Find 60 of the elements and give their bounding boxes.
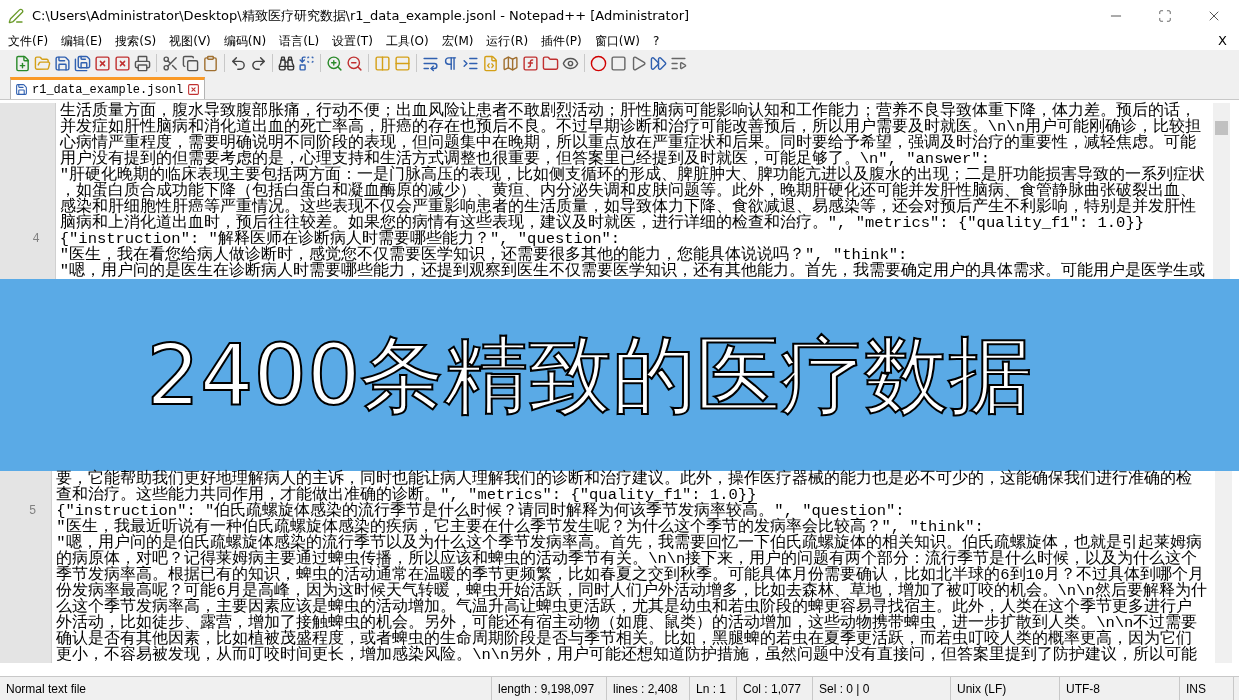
zoom-in-icon[interactable]: [326, 54, 343, 72]
new-file-icon[interactable]: [14, 54, 31, 72]
status-text: Unix (LF): [957, 680, 1007, 698]
undo-icon[interactable]: [230, 54, 247, 72]
code-line: "嗯，用户问的是医生在诊断病人时需要哪些能力，还提到观察到医生不仅需要医学知识，还有其他能力。首先，我需要确定用户的具体需求。可能用户是医学生或: [59, 263, 1206, 279]
function-icon[interactable]: [522, 54, 539, 72]
menu-item[interactable]: 运行(R): [486, 32, 529, 50]
folder-icon[interactable]: [542, 54, 559, 72]
menu-item[interactable]: 文件(F): [8, 32, 49, 50]
replace-icon[interactable]: [298, 54, 315, 72]
line-number: 4: [32, 231, 40, 248]
status-text: Sel : 0 | 0: [819, 680, 870, 698]
line-number: 5: [29, 503, 37, 520]
menu-item[interactable]: 工具(O): [385, 32, 429, 50]
menu-item[interactable]: 搜索(S): [115, 32, 157, 50]
close-file-icon[interactable]: [94, 54, 111, 72]
scrollbar-track[interactable]: [1213, 103, 1231, 279]
code-line: 要，它能帮助我们更好地理解病人的主诉，同时也能让病人理解我们的诊断和治疗建议。此外，操作医疗器械的能力也是必不可少的，这能确保我们进行准确的检: [56, 471, 1193, 487]
scrollbar-thumb[interactable]: [1215, 121, 1229, 135]
map-icon[interactable]: [502, 54, 519, 72]
close-document-button[interactable]: X: [1218, 31, 1227, 51]
scrollbar-track[interactable]: [1214, 471, 1232, 663]
status-text: lines : 2,408: [613, 680, 678, 698]
menu-item[interactable]: 语言(L): [279, 32, 320, 50]
window-title: C:\Users\Administrator\Desktop\精致医疗研究数据\r1_data_example.jsonl - Notepad++ [Administrator]: [32, 7, 691, 26]
menu-item[interactable]: 视图(V): [169, 32, 211, 50]
pilcrow-icon[interactable]: [442, 54, 459, 72]
maximize-icon[interactable]: [1158, 9, 1172, 23]
menu-item[interactable]: 插件(P): [541, 32, 582, 50]
close-all-icon[interactable]: [114, 54, 131, 72]
paste-icon[interactable]: [202, 54, 219, 72]
cut-icon[interactable]: [162, 54, 179, 72]
status-text: INS: [1186, 680, 1206, 698]
save-icon[interactable]: [54, 54, 71, 72]
status-text: length : 9,198,097: [498, 680, 595, 698]
record-icon[interactable]: [590, 54, 607, 72]
status-text: UTF-8: [1066, 680, 1100, 698]
copy-icon[interactable]: [182, 54, 199, 72]
menu-item[interactable]: ?: [652, 32, 660, 50]
menu-item[interactable]: 设置(T): [332, 32, 373, 50]
menu-item[interactable]: 宏(M): [441, 32, 474, 50]
file-tab[interactable]: r1_data_example.jsonl: [10, 77, 206, 99]
app-icon: [8, 8, 24, 24]
save-all-icon[interactable]: [74, 54, 91, 72]
find-icon[interactable]: [278, 54, 295, 72]
menu-item[interactable]: 窗口(W): [594, 32, 640, 50]
save-icon: [15, 83, 28, 96]
fast-forward-icon[interactable]: [650, 54, 667, 72]
redo-icon[interactable]: [250, 54, 267, 72]
close-tab-icon[interactable]: [187, 83, 201, 96]
zoom-out-icon[interactable]: [346, 54, 363, 72]
code-line: 更小，不容易被发现，从而叮咬时间更长，增加感染风险。\n\n另外，用户可能还想知道防护措施，虽然问题中没有直接问，但答案里提到了防护建议，所以可能: [56, 647, 1198, 663]
menu-item[interactable]: 编辑(E): [61, 32, 103, 50]
menu-item[interactable]: 编码(N): [223, 32, 267, 50]
status-text: Col : 1,077: [743, 680, 802, 698]
stop-icon[interactable]: [610, 54, 627, 72]
play-icon[interactable]: [630, 54, 647, 72]
status-text: Ln : 1: [696, 680, 727, 698]
status-text: Normal text file: [6, 680, 87, 698]
print-icon[interactable]: [134, 54, 151, 72]
